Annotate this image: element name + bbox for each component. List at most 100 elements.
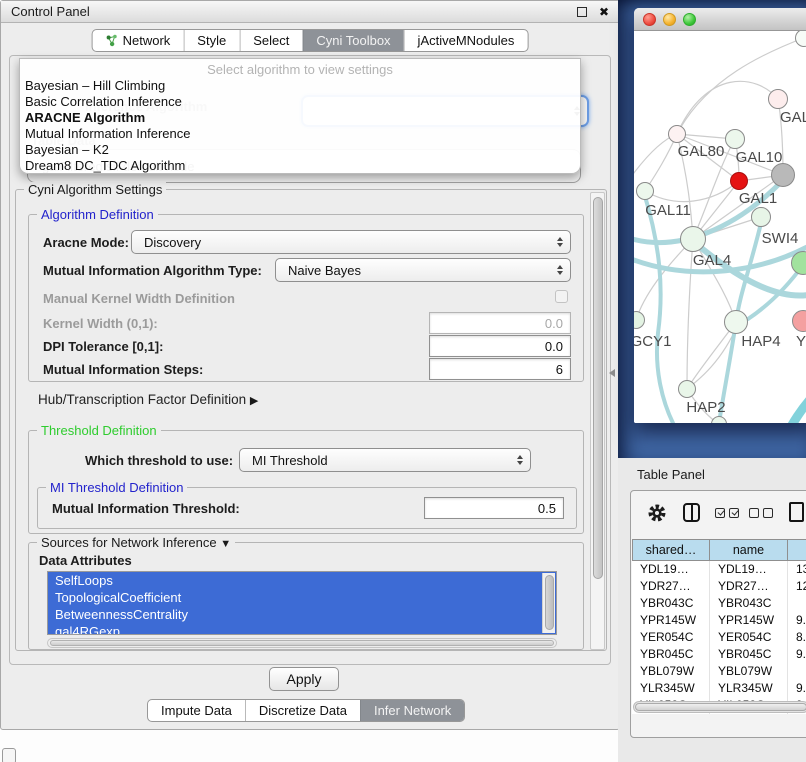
network-node-gray[interactable] (771, 163, 795, 187)
select-all-checkbox-icon-2[interactable] (729, 508, 739, 518)
mi-threshold-group: MI Threshold Definition Mutual Informati… (37, 487, 577, 529)
data-attributes-label: Data Attributes (39, 553, 132, 568)
data-attributes-list[interactable]: SelfLoops TopologicalCoefficient Between… (47, 571, 557, 635)
gear-icon[interactable] (647, 503, 667, 523)
dropdown-item[interactable]: Basic Correlation Inference (20, 94, 580, 110)
network-node-gal1-selected[interactable] (730, 172, 748, 190)
mi-steps-field[interactable]: 6 (429, 358, 571, 380)
tab-select[interactable]: Select (239, 30, 302, 51)
list-item[interactable]: TopologicalCoefficient (48, 589, 556, 606)
node-label: GAL11 (645, 202, 691, 219)
manual-kernel-width-checkbox[interactable] (555, 290, 568, 303)
network-node[interactable] (768, 89, 788, 109)
zoom-traffic-light-icon[interactable] (683, 13, 696, 26)
collapse-right-icon[interactable]: ▶ (250, 395, 258, 407)
tab-infer-network[interactable]: Infer Network (360, 700, 464, 721)
network-node-swi4[interactable] (751, 207, 771, 227)
dropdown-item[interactable]: Bayesian – K2 (20, 142, 580, 158)
kernel-width-label: Kernel Width (0,1): (43, 316, 158, 331)
column-header[interactable]: name (710, 539, 788, 561)
kernel-width-field[interactable]: 0.0 (429, 312, 571, 334)
tab-impute-data[interactable]: Impute Data (148, 700, 245, 721)
tab-network[interactable]: Network (93, 30, 184, 51)
close-icon[interactable]: ✖ (599, 7, 609, 17)
minimize-traffic-light-icon[interactable] (663, 13, 676, 26)
table-row[interactable]: YER054CYER054C8. (632, 629, 806, 646)
mi-threshold-field[interactable]: 0.5 (424, 497, 564, 519)
control-panel-tabbar: Network Style Select Cyni Toolbox jActiv… (92, 29, 529, 52)
sources-title[interactable]: Sources for Network Inference ▼ (37, 535, 235, 550)
table-horizontal-scrollbar[interactable] (633, 701, 806, 713)
minimized-panel-icon[interactable] (2, 748, 16, 762)
table-row[interactable]: YDR27…YDR27…12 (632, 578, 806, 595)
table-row[interactable]: YDL19…YDL19…13 (632, 561, 806, 578)
dpi-tolerance-label: DPI Tolerance [0,1]: (43, 339, 163, 354)
mi-threshold-label: Mutual Information Threshold: (52, 501, 240, 516)
tab-cyni-toolbox[interactable]: Cyni Toolbox (302, 30, 403, 51)
table-row[interactable]: YPR145WYPR145W9. (632, 612, 806, 629)
network-canvas[interactable]: GAL GAL80 GAL10 GAL1 GAL11 SWI4 GAL4 GCY… (634, 31, 806, 423)
control-panel-title: Control Panel (11, 4, 90, 19)
which-threshold-combobox[interactable]: MI Threshold (239, 448, 531, 472)
spinner-icon (557, 265, 563, 275)
list-horizontal-scrollbar[interactable] (47, 638, 557, 648)
spinner-icon (517, 455, 523, 465)
panel-splitter-handle[interactable] (609, 369, 615, 377)
network-node-gal80[interactable] (668, 125, 686, 143)
table-row[interactable]: YLR345WYLR345W9. (632, 680, 806, 697)
tab-network-label: Network (123, 33, 171, 48)
table-row[interactable]: YBR045CYBR045C9. (632, 646, 806, 663)
dropdown-item[interactable]: Mutual Information Inference (20, 126, 580, 142)
apply-button[interactable]: Apply (269, 667, 339, 691)
node-label: HAP2 (686, 399, 725, 416)
control-panel-titlebar[interactable]: Control Panel ✖ (1, 1, 619, 23)
collapse-down-icon[interactable]: ▼ (220, 538, 231, 550)
settings-vertical-scrollbar[interactable] (590, 192, 605, 650)
table-row[interactable]: YBR043CYBR043C (632, 595, 806, 612)
float-window-icon[interactable] (577, 7, 587, 17)
list-item[interactable]: BetweennessCentrality (48, 606, 556, 623)
manual-kernel-width-label: Manual Kernel Width Definition (43, 291, 235, 306)
deselect-all-checkbox-icon[interactable] (749, 508, 759, 518)
algorithm-definition-title: Algorithm Definition (37, 207, 158, 222)
tab-style[interactable]: Style (183, 30, 239, 51)
select-all-checkbox-icon[interactable] (715, 508, 725, 518)
column-header[interactable]: shared… (632, 539, 710, 561)
list-item[interactable]: SelfLoops (48, 572, 556, 589)
dropdown-item[interactable]: Dream8 DC_TDC Algorithm (20, 158, 580, 174)
dropdown-prompt: Select algorithm to view settings (20, 61, 580, 78)
algorithm-dropdown-popup: Select algorithm to view settings Bayesi… (19, 58, 581, 174)
node-table: shared… name A YDL19…YDL19…13 YDR27…YDR2… (632, 539, 806, 714)
deselect-all-checkbox-icon-2[interactable] (763, 508, 773, 518)
list-item[interactable]: gal4RGexp (48, 623, 556, 635)
columns-icon[interactable] (683, 503, 700, 522)
application-window: Control Panel ✖ Network Style Selec (0, 0, 806, 762)
network-view-window[interactable]: GAL GAL80 GAL10 GAL1 GAL11 SWI4 GAL4 GCY… (634, 8, 806, 423)
hub-definition-section[interactable]: Hub/Transcription Factor Definition ▶ (38, 392, 258, 407)
node-label: GAL80 (678, 143, 725, 160)
network-node-hap4[interactable] (724, 310, 748, 334)
network-node-gal4[interactable] (680, 226, 706, 252)
document-icon[interactable] (789, 502, 804, 522)
dropdown-item[interactable]: Bayesian – Hill Climbing (20, 78, 580, 94)
node-label: GAL10 (736, 149, 783, 166)
aracne-mode-combobox[interactable]: Discovery (131, 230, 571, 254)
dpi-tolerance-field[interactable]: 0.0 (429, 335, 571, 357)
mi-algorithm-type-combobox[interactable]: Naive Bayes (275, 258, 571, 282)
algorithm-definition-group: Algorithm Definition Aracne Mode: Discov… (28, 214, 584, 382)
network-window-titlebar[interactable] (634, 8, 806, 31)
network-node-hap2[interactable] (678, 380, 696, 398)
tab-discretize-data[interactable]: Discretize Data (245, 700, 360, 721)
control-panel: Control Panel ✖ Network Style Selec (0, 0, 620, 730)
table-window: shared… name A YDL19…YDL19…13 YDR27…YDR2… (630, 490, 806, 738)
spinner-icon (557, 237, 563, 247)
list-vertical-scrollbar[interactable] (542, 573, 555, 633)
close-traffic-light-icon[interactable] (643, 13, 656, 26)
column-header[interactable]: A (788, 539, 806, 561)
tab-jactivemnodules[interactable]: jActiveMNodules (404, 30, 528, 51)
network-node-gal10[interactable] (725, 129, 745, 149)
node-label: GAL1 (739, 190, 777, 207)
table-row[interactable]: YBL079WYBL079W (632, 663, 806, 680)
dropdown-item-selected[interactable]: ARACNE Algorithm (20, 110, 580, 126)
network-node-gal11[interactable] (636, 182, 654, 200)
